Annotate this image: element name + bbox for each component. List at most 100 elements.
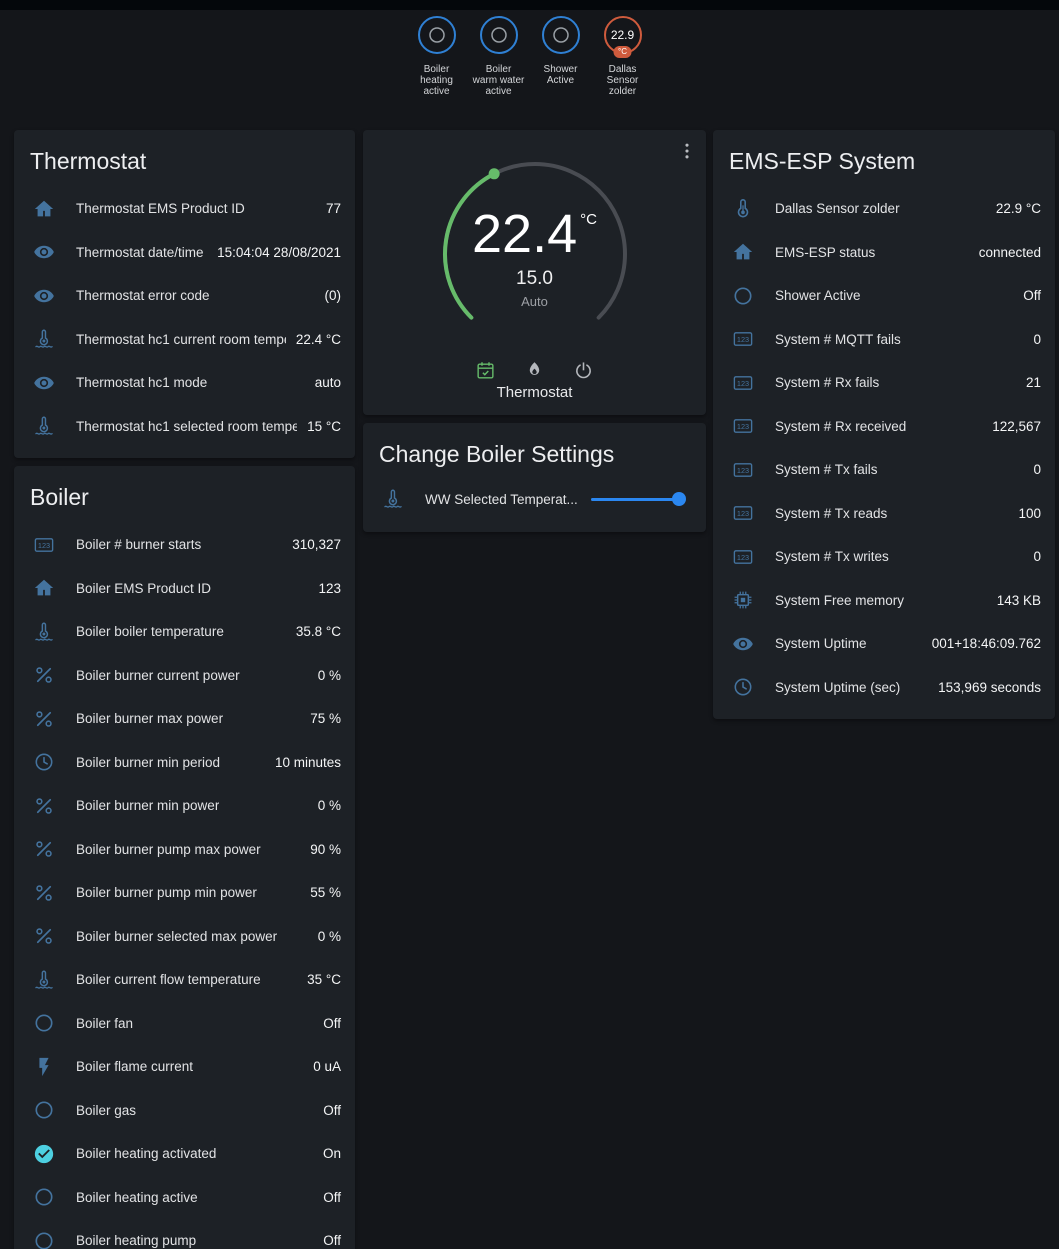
system-entity-list: Dallas Sensor zolder22.9 °CEMS-ESP statu… [713, 187, 1055, 719]
check-circle-icon [32, 1143, 56, 1165]
entity-row[interactable]: Thermostat hc1 modeauto [14, 361, 355, 405]
circle-outline-icon [32, 1186, 56, 1208]
entity-value: 10 minutes [265, 755, 341, 770]
entity-label: Boiler heating pump [76, 1233, 196, 1248]
badge-label: Boiler heating active [411, 64, 463, 97]
svg-text:123: 123 [737, 379, 749, 388]
entity-row[interactable]: Boiler burner min power0 % [14, 784, 355, 828]
entity-row[interactable]: Thermostat error code (0) [14, 274, 355, 318]
entity-row[interactable]: Thermostat hc1 selected room temper...15… [14, 405, 355, 449]
entity-label: Boiler burner max power [76, 711, 223, 726]
ww-temperature-slider[interactable] [591, 492, 686, 506]
entity-label: Boiler heating active [76, 1190, 198, 1205]
entity-label: Boiler burner current power [76, 668, 240, 683]
entity-value: 0 [1023, 332, 1041, 347]
entity-row[interactable]: Boiler burner selected max power0 % [14, 915, 355, 959]
badge[interactable]: Boiler warm water active [473, 16, 525, 97]
entity-row[interactable]: Boiler burner min period 10 minutes [14, 741, 355, 785]
entity-row[interactable]: Boiler EMS Product ID123 [14, 567, 355, 611]
entity-row[interactable]: Shower ActiveOff [713, 274, 1055, 318]
badge[interactable]: Shower Active [535, 16, 587, 97]
thermostat-dial[interactable]: 22.4°C 15.0 Auto [435, 154, 635, 354]
counter-icon: 123 [731, 546, 755, 568]
entity-row[interactable]: 123System # Tx fails0 [713, 448, 1055, 492]
circle-outline-icon [32, 1230, 56, 1249]
entity-row[interactable]: Boiler boiler temperature35.8 °C [14, 610, 355, 654]
entity-label: Dallas Sensor zolder [775, 201, 900, 216]
entity-label: Boiler gas [76, 1103, 136, 1118]
entity-row[interactable]: Boiler burner max power75 % [14, 697, 355, 741]
entity-row[interactable]: Dallas Sensor zolder22.9 °C [713, 187, 1055, 231]
eye-icon [32, 241, 56, 263]
entity-row[interactable]: Boiler gasOff [14, 1089, 355, 1133]
slider-fill [591, 498, 679, 501]
entity-row[interactable]: System Free memory143 KB [713, 579, 1055, 623]
middle-column: 22.4°C 15.0 Auto Thermostat Change Boile… [363, 130, 706, 532]
boiler-entity-list: 123Boiler # burner starts310,327Boiler E… [14, 523, 355, 1249]
entity-label: System # Rx received [775, 419, 906, 434]
home-icon [731, 241, 755, 263]
counter-icon: 123 [731, 328, 755, 350]
entity-value: 35 °C [297, 972, 341, 987]
entity-label: System Uptime [775, 636, 867, 651]
entity-value: 122,567 [982, 419, 1041, 434]
svg-text:123: 123 [737, 466, 749, 475]
entity-row[interactable]: System Uptime (sec)153,969 seconds [713, 666, 1055, 710]
entity-row[interactable]: Boiler flame current0 uA [14, 1045, 355, 1089]
entity-row[interactable]: Thermostat hc1 current room temper...22.… [14, 318, 355, 362]
entity-row[interactable]: Boiler fanOff [14, 1002, 355, 1046]
eye-icon [32, 372, 56, 394]
entity-label: System # Tx writes [775, 549, 889, 564]
percent-icon [32, 882, 56, 904]
power-icon[interactable] [573, 360, 594, 386]
circle-outline-icon [549, 25, 573, 45]
entity-label: Boiler flame current [76, 1059, 193, 1074]
entity-row[interactable]: Boiler heating activatedOn [14, 1132, 355, 1176]
entity-value: 0 % [308, 929, 341, 944]
entity-row[interactable]: 123System # MQTT fails0 [713, 318, 1055, 362]
entity-value: auto [305, 375, 341, 390]
circle-outline-icon [425, 25, 449, 45]
dial-readout: 22.4°C 15.0 Auto [435, 154, 635, 354]
entity-value: 77 [316, 201, 341, 216]
entity-row[interactable]: 123System # Tx reads100 [713, 492, 1055, 536]
entity-label: Boiler current flow temperature [76, 972, 261, 987]
badge[interactable]: Boiler heating active [411, 16, 463, 97]
calendar-check-icon[interactable] [475, 360, 496, 386]
entity-value: 90 % [300, 842, 341, 857]
badge-circle [480, 16, 518, 54]
entity-row[interactable]: 123System # Tx writes0 [713, 535, 1055, 579]
boiler-card-title: Boiler [14, 466, 355, 523]
counter-icon: 123 [731, 502, 755, 524]
ww-temperature-row[interactable]: WW Selected Temperat... [363, 480, 706, 516]
more-options-icon[interactable] [676, 140, 698, 167]
entity-row[interactable]: Boiler heating pumpOff [14, 1219, 355, 1249]
slider-knob[interactable] [672, 492, 686, 506]
badge[interactable]: 22.9°CDallas Sensor zolder [597, 16, 649, 97]
entity-label: System # Tx fails [775, 462, 878, 477]
entity-row[interactable]: System Uptime001+18:46:09.762 [713, 622, 1055, 666]
entity-row[interactable]: Thermostat date/time15:04:04 28/08/2021 [14, 231, 355, 275]
entity-row[interactable]: Thermostat EMS Product ID77 [14, 187, 355, 231]
entity-row[interactable]: EMS-ESP statusconnected [713, 231, 1055, 275]
entity-row[interactable]: 123Boiler # burner starts310,327 [14, 523, 355, 567]
entity-row[interactable]: Boiler burner pump max power90 % [14, 828, 355, 872]
circle-outline-icon [32, 1099, 56, 1121]
entity-row[interactable]: 123System # Rx received122,567 [713, 405, 1055, 449]
entity-row[interactable]: 123System # Rx fails21 [713, 361, 1055, 405]
entity-row[interactable]: Boiler burner current power0 % [14, 654, 355, 698]
entity-label: Thermostat error code [76, 288, 210, 303]
entity-row[interactable]: Boiler heating activeOff [14, 1176, 355, 1220]
fire-icon[interactable] [524, 360, 545, 386]
entity-row[interactable]: Boiler burner pump min power55 % [14, 871, 355, 915]
dashboard-grid: Thermostat Thermostat EMS Product ID77Th… [0, 130, 1059, 1249]
settings-card-title: Change Boiler Settings [363, 423, 706, 480]
entity-label: Boiler burner min period [76, 755, 220, 770]
hvac-mode-buttons [363, 360, 706, 386]
entity-label: System Uptime (sec) [775, 680, 900, 695]
entity-row[interactable]: Boiler current flow temperature 35 °C [14, 958, 355, 1002]
svg-text:123: 123 [737, 509, 749, 518]
water-thermometer-icon [381, 488, 405, 510]
badges-row: Boiler heating active Boiler warm water a… [0, 16, 1059, 97]
entity-value: (0) [315, 288, 342, 303]
